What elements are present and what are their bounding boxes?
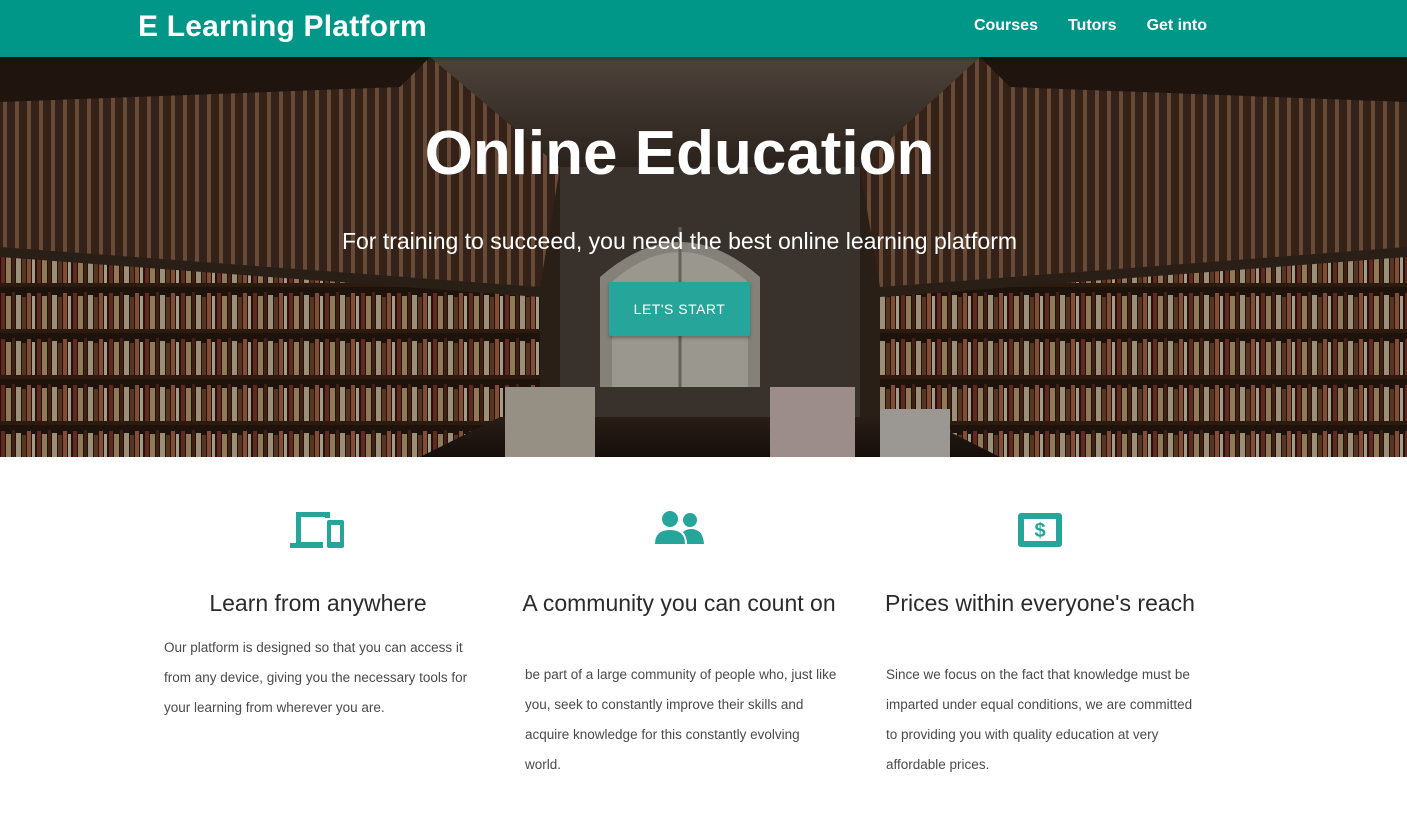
hero-subtitle: For training to succeed, you need the be… — [341, 228, 1018, 254]
feature-text: be part of a large community of people w… — [525, 667, 837, 772]
feature-text: Since we focus on the fact that knowledg… — [886, 667, 1193, 772]
hero-overlay — [0, 57, 1407, 457]
nav-link-courses[interactable]: Courses — [974, 16, 1038, 36]
dollar-bill-icon: $ — [880, 510, 1200, 560]
nav-link-tutors[interactable]: Tutors — [1068, 16, 1117, 36]
nav-link-get-into[interactable]: Get into — [1147, 16, 1207, 36]
lets-start-button[interactable]: LET'S START — [609, 282, 750, 336]
hero-section: Online Education For training to succeed… — [0, 57, 1407, 457]
people-icon — [519, 510, 839, 560]
feature-title: Prices within everyone's reach — [885, 590, 1195, 616]
devices-icon — [158, 510, 478, 560]
svg-text:$: $ — [1034, 520, 1045, 542]
nav-links: Courses Tutors Get into — [974, 16, 1207, 36]
hero-title: Online Education — [424, 119, 935, 188]
feature-text: Our platform is designed so that you can… — [164, 640, 468, 715]
feature-title: Learn from anywhere — [209, 590, 427, 616]
brand-logo[interactable]: E Learning Platform — [138, 8, 427, 46]
navbar: E Learning Platform Courses Tutors Get i… — [0, 0, 1407, 57]
feature-title: A community you can count on — [522, 590, 836, 616]
